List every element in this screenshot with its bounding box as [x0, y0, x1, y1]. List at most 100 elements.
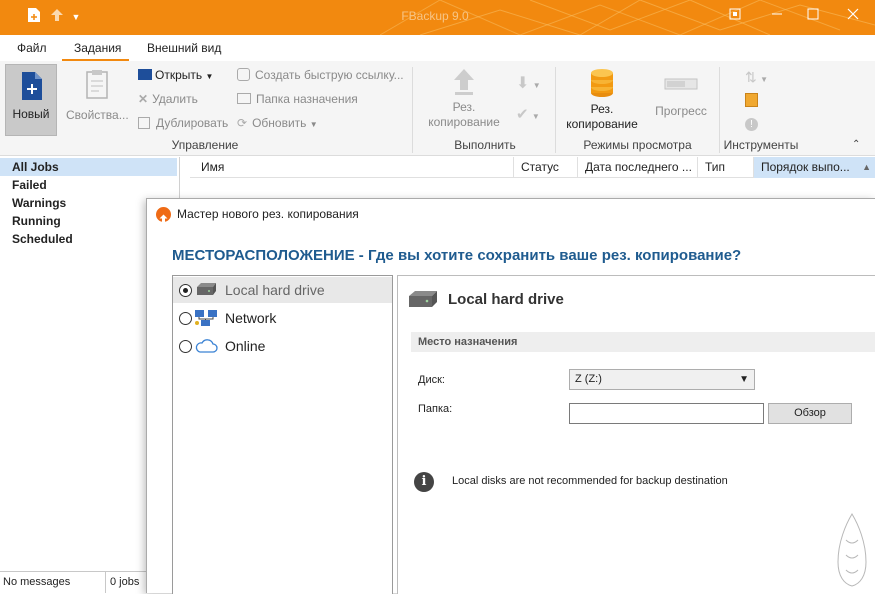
group-tools-label: Инструменты [723, 138, 799, 152]
menu-bar: Файл Задания Внешний вид [0, 35, 875, 61]
open-button[interactable]: Открыть ▼ [138, 68, 213, 82]
new-backup-wizard-dialog: Мастер нового рез. копирования МЕСТОРАСП… [146, 198, 875, 594]
tools-button-1[interactable]: ⇅ ▼ [745, 69, 768, 86]
group-run-label: Выполнить [454, 138, 516, 152]
radio-local-hard-drive[interactable] [179, 284, 192, 297]
option-network-label: Network [225, 310, 277, 326]
option-local-hard-drive[interactable]: Local hard drive [173, 277, 392, 303]
ribbon-separator [555, 67, 556, 153]
radio-online[interactable] [179, 340, 192, 353]
progress-bar-icon [664, 78, 698, 90]
option-network[interactable]: Network [173, 305, 392, 331]
properties-button[interactable]: Свойства... [66, 69, 129, 122]
hard-drive-icon [197, 283, 216, 295]
option-online-label: Online [225, 338, 266, 354]
duplicate-label: Дублировать [156, 116, 229, 130]
backup-view-button[interactable]: Рез. копирование [560, 67, 644, 132]
duplicate-button[interactable]: Дублировать [138, 116, 228, 130]
folder-label: Папка: [418, 403, 453, 415]
tab-view[interactable]: Внешний вид [147, 41, 221, 55]
progress-view-button[interactable]: Прогресс [648, 73, 714, 118]
chevron-down-icon: ▼ [205, 72, 214, 81]
ribbon-separator [412, 67, 413, 153]
info-icon: i [414, 472, 434, 492]
backup-run-button[interactable]: Рез. копирование [420, 67, 508, 130]
group-manage-label: Управление [171, 138, 239, 152]
destination-section-header: Место назначения [411, 332, 875, 352]
destination-settings-panel: Local hard drive Место назначения Диск: … [397, 275, 875, 594]
app-title: FBackup 9.0 [401, 9, 469, 23]
test-button[interactable]: ✔ ▼ [516, 105, 540, 123]
progress-label: Прогресс [655, 104, 707, 118]
group-view-label: Режимы просмотра [583, 138, 692, 152]
duplicate-icon [138, 117, 150, 129]
folder-input[interactable] [569, 403, 764, 424]
tools-button-3[interactable]: ! [745, 116, 758, 131]
backup-run-label-2: копирование [428, 115, 500, 129]
app-logo-icon [156, 207, 171, 222]
disk-label: Диск: [418, 374, 445, 386]
chevron-down-icon: ▼ [760, 75, 768, 84]
clipboard-icon [86, 70, 108, 99]
dialog-heading: МЕСТОРАСПОЛОЖЕНИЕ - Где вы хотите сохран… [172, 247, 742, 264]
option-local-hard-drive-label: Local hard drive [225, 282, 325, 298]
shortcut-label: Создать быструю ссылку... [255, 68, 404, 82]
destination-folder-label: Папка назначения [256, 92, 358, 106]
collapse-ribbon-icon[interactable]: ⌃ [852, 139, 860, 150]
delete-x-icon: ✕ [138, 92, 149, 106]
delete-label: Удалить [152, 92, 198, 106]
column-execution-order-label: Порядок выпо... [761, 160, 850, 174]
column-type[interactable]: Тип [698, 157, 754, 178]
disk-select[interactable]: Z (Z:) ▼ [569, 369, 755, 390]
delete-button[interactable]: ✕ Удалить [138, 92, 198, 106]
status-messages: No messages [0, 571, 106, 593]
tab-file[interactable]: Файл [17, 41, 47, 55]
alert-icon: ! [745, 118, 758, 131]
folder-open-icon [138, 69, 152, 80]
sidebar-item-all-jobs[interactable]: All Jobs [0, 158, 177, 176]
sidebar-item-failed[interactable]: Failed [0, 176, 177, 194]
tools-button-2[interactable] [745, 93, 758, 110]
upload-arrow-icon [454, 69, 474, 95]
minimize-icon[interactable] [765, 5, 789, 27]
new-document-icon[interactable] [24, 7, 44, 27]
shortcut-icon [237, 68, 250, 81]
browse-button[interactable]: Обзор [768, 403, 852, 424]
radio-network[interactable] [179, 312, 192, 325]
column-execution-order[interactable]: Порядок выпо... ▲ [754, 157, 875, 178]
chevron-down-icon[interactable]: ▼ [66, 7, 86, 27]
chevron-down-icon: ▼ [309, 120, 318, 129]
jobs-table-header: Имя Статус Дата последнего ... Тип Поряд… [190, 157, 875, 178]
restore-button[interactable]: ⬇ ▼ [516, 73, 541, 93]
column-name[interactable]: Имя [194, 157, 514, 178]
info-message: Local disks are not recommended for back… [452, 475, 728, 487]
option-online[interactable]: Online [173, 333, 392, 359]
sort-ascending-icon: ▲ [862, 162, 871, 172]
upload-arrow-icon[interactable] [47, 7, 67, 27]
create-shortcut-button[interactable]: Создать быструю ссылку... [237, 68, 404, 82]
properties-label: Свойства... [66, 108, 129, 122]
download-arrow-icon: ⬇ [516, 75, 530, 92]
arrows-icon: ⇅ [745, 69, 757, 85]
close-icon[interactable] [841, 5, 865, 27]
refresh-icon: ⟳ [237, 116, 248, 130]
chevron-down-icon: ▼ [531, 112, 540, 121]
chevron-down-icon: ▼ [739, 374, 749, 385]
column-status[interactable]: Статус [514, 157, 578, 178]
dialog-title: Мастер нового рез. копирования [177, 207, 359, 221]
column-last-run-date[interactable]: Дата последнего ... [578, 157, 698, 178]
title-bar: ▼ FBackup 9.0 [0, 0, 875, 35]
panel-title: Local hard drive [448, 291, 564, 308]
hard-drive-icon [409, 291, 437, 307]
restore-window-icon[interactable] [723, 5, 747, 27]
network-icon [195, 310, 217, 326]
new-button-label: Новый [12, 107, 50, 121]
new-job-button[interactable]: Новый [5, 64, 57, 136]
maximize-icon[interactable] [801, 5, 825, 27]
chevron-down-icon: ▼ [532, 81, 541, 90]
refresh-label: Обновить [252, 116, 307, 130]
destination-folder-button[interactable]: Папка назначения [237, 92, 358, 106]
tab-jobs[interactable]: Задания [74, 41, 121, 55]
status-job-count: 0 jobs [106, 571, 146, 593]
refresh-button[interactable]: ⟳ Обновить ▼ [237, 116, 318, 130]
